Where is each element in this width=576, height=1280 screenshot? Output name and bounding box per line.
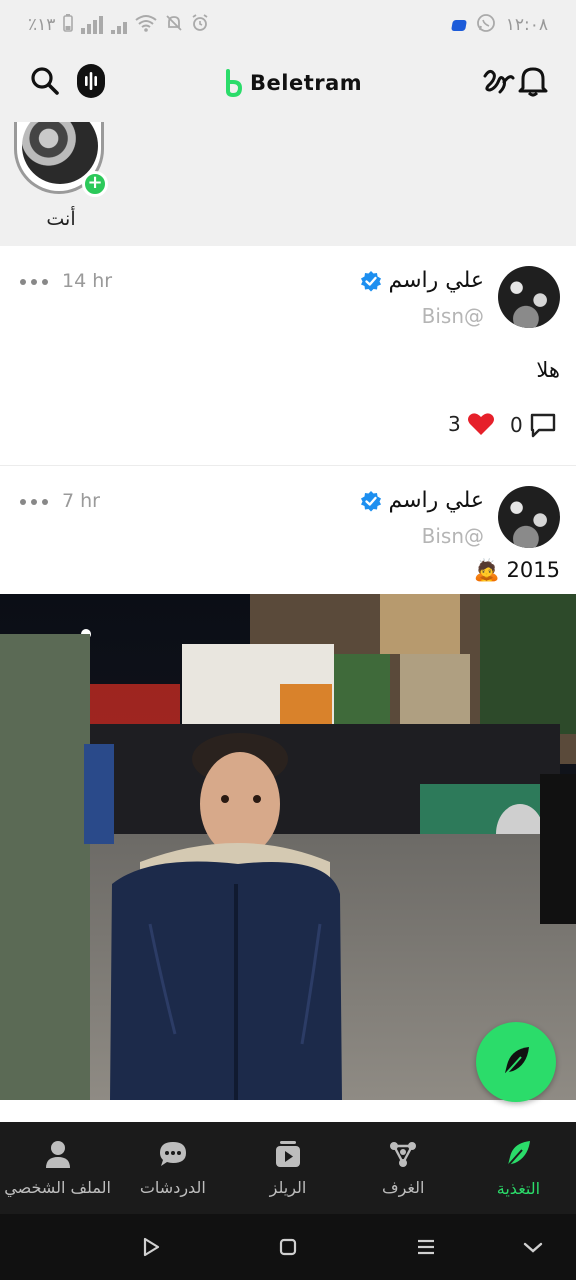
nav-item-chats[interactable]: الدردشات [115, 1122, 230, 1214]
feather-icon [502, 1047, 529, 1078]
like-count: 3 [448, 412, 461, 436]
nav-label-feed: التغذية [496, 1178, 541, 1198]
story-label: أنت [46, 208, 76, 230]
author-name-row[interactable]: علي راسم [360, 268, 484, 293]
voice-icon [77, 64, 105, 98]
compose-post-button[interactable] [476, 1022, 556, 1102]
like-button[interactable]: 3 [448, 412, 495, 436]
chip-icon [450, 19, 467, 31]
avatar-photo [498, 266, 560, 328]
nav-label-reels: الريلز [269, 1177, 307, 1197]
add-story-icon[interactable]: + [82, 171, 108, 197]
stories-row: + أنت [0, 116, 576, 246]
system-back-play-button[interactable] [138, 1234, 164, 1260]
post-time: 14 hr [62, 270, 113, 292]
heart-icon [467, 413, 494, 435]
system-menu-button[interactable] [413, 1234, 439, 1260]
nav-item-profile[interactable]: الملف الشخصي [0, 1122, 115, 1214]
battery-icon [63, 13, 74, 37]
status-right: ١٢:٠٨ [450, 13, 548, 38]
signature-button[interactable] [482, 64, 516, 98]
voice-rooms-button[interactable] [76, 64, 106, 98]
post-text: 2015 🙇 [473, 558, 560, 582]
system-home-button[interactable] [275, 1234, 301, 1260]
chats-icon [159, 1141, 186, 1166]
verified-badge-icon [361, 490, 382, 511]
mute-icon [165, 14, 183, 37]
bell-icon [518, 67, 548, 97]
nav-item-rooms[interactable]: الغرف [346, 1122, 461, 1214]
signal-icon [81, 16, 104, 34]
my-story[interactable]: + أنت [14, 122, 108, 230]
status-bar: ٪١٣ ١٢:٠٨ [0, 0, 576, 50]
profile-icon [45, 1140, 70, 1168]
beletram-logo-icon [226, 69, 243, 97]
nav-label-profile: الملف الشخصي [4, 1177, 111, 1197]
verified-badge-icon [361, 270, 382, 291]
author-name-row[interactable]: علي راسم [360, 488, 484, 513]
night-street-photo [0, 594, 576, 1100]
alarm-icon [191, 13, 209, 37]
author-name: علي راسم [388, 268, 484, 293]
nav-item-feed[interactable]: التغذية [461, 1122, 576, 1214]
post-header: علي راسم Bisn@ 7 hr [0, 466, 576, 556]
reels-icon [276, 1140, 300, 1167]
post-photo[interactable] [0, 594, 576, 1100]
more-options-button[interactable] [20, 492, 48, 512]
search-button[interactable] [28, 64, 62, 98]
menu-icon [418, 1239, 434, 1255]
author-avatar[interactable] [498, 266, 560, 328]
system-navigation-bar [0, 1214, 576, 1280]
author-handle: Bisn@ [421, 304, 484, 328]
post-card[interactable]: علي راسم Bisn@ 7 hr 2015 🙇 [0, 466, 576, 1100]
post-text: هلا [536, 358, 560, 382]
home-square-icon [279, 1238, 297, 1256]
comment-icon [530, 413, 555, 438]
battery-percent: ٪١٣ [28, 15, 56, 35]
author-avatar[interactable] [498, 486, 560, 548]
post-time: 7 hr [62, 490, 100, 512]
feed[interactable]: علي راسم Bisn@ 14 hr هلا 3 0 علي راسم Bi… [0, 246, 576, 1122]
author-handle: Bisn@ [421, 524, 484, 548]
play-icon [143, 1237, 160, 1257]
feed-icon [505, 1140, 531, 1169]
more-options-button[interactable] [20, 272, 48, 292]
nav-label-rooms: الغرف [381, 1177, 425, 1197]
post-header: علي راسم Bisn@ 14 hr [0, 246, 576, 336]
app-logo: Beletram [224, 66, 362, 100]
notifications-button[interactable] [516, 64, 550, 98]
top-app-bar: Beletram [0, 50, 576, 116]
post-actions: 3 0 [0, 396, 576, 456]
whatsapp-icon [476, 13, 496, 38]
status-left: ٪١٣ [28, 13, 209, 37]
app-root: ٪١٣ ١٢:٠٨ Beletram + أنت علي راسم Bisn@ … [0, 0, 576, 1280]
author-name: علي راسم [388, 488, 484, 513]
comment-count: 0 [510, 413, 523, 437]
clock: ١٢:٠٨ [505, 15, 548, 35]
wifi-icon [135, 14, 158, 37]
app-name: Beletram [250, 71, 363, 95]
nav-label-chats: الدردشات [139, 1177, 206, 1197]
comment-button[interactable]: 0 [510, 412, 557, 438]
signal-icon-2 [111, 16, 128, 34]
system-hide-button[interactable] [520, 1234, 546, 1260]
avatar-photo [498, 486, 560, 548]
signature-icon [483, 69, 515, 94]
search-icon [31, 67, 59, 95]
rooms-icon [390, 1141, 417, 1167]
chevron-down-icon [523, 1242, 543, 1253]
post-card[interactable]: علي راسم Bisn@ 14 hr هلا 3 0 [0, 246, 576, 466]
nav-item-reels[interactable]: الريلز [230, 1122, 345, 1214]
bottom-navigation: الملف الشخصي الدردشات الريلز الغرف التغذ… [0, 1122, 576, 1214]
